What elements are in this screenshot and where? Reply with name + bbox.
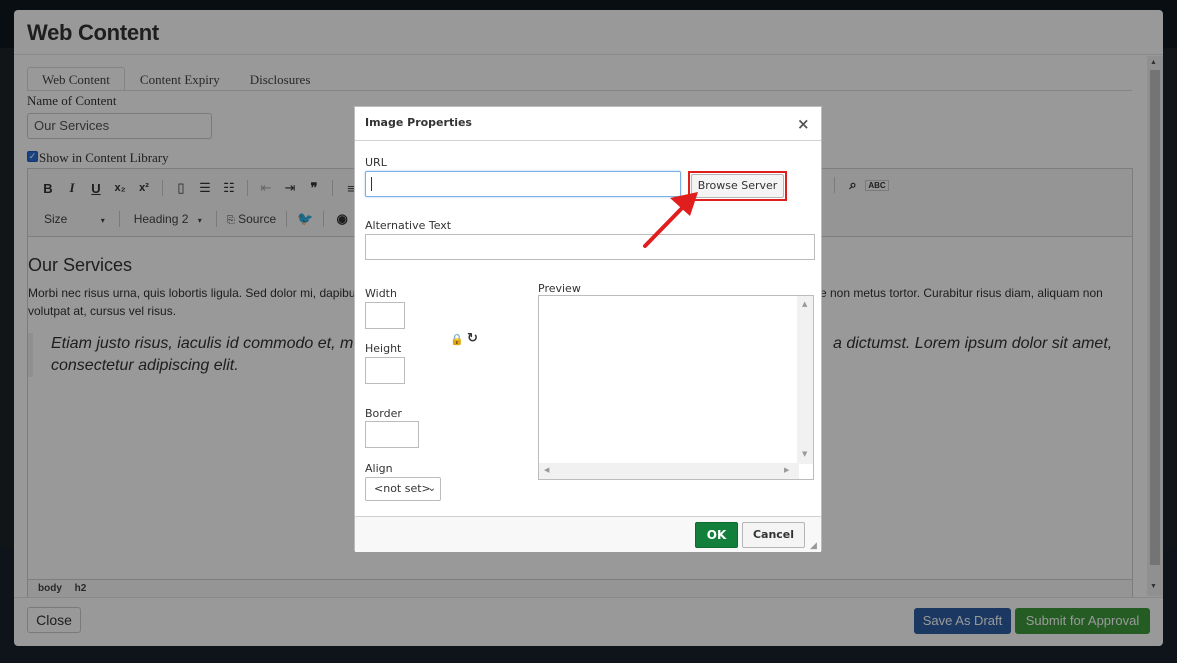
preview-label: Preview (538, 282, 581, 295)
text-caret (371, 177, 372, 191)
scroll-right-icon[interactable]: ▶ (784, 466, 789, 474)
scroll-up-icon[interactable]: ▲ (802, 300, 807, 308)
url-input[interactable] (365, 171, 681, 197)
resize-grip-icon[interactable]: ◢ (810, 541, 817, 551)
border-input[interactable] (365, 421, 419, 448)
dialog-footer: OK Cancel ◢ (355, 516, 821, 552)
dialog-title-divider (355, 140, 821, 141)
scroll-left-icon[interactable]: ◀ (544, 466, 549, 474)
align-select[interactable]: <not set> ⌄ (365, 477, 441, 501)
highlight-box (688, 171, 787, 201)
preview-vscrollbar[interactable]: ▲ ▼ (797, 296, 813, 464)
height-label: Height (365, 342, 402, 355)
alt-text-label: Alternative Text (365, 219, 452, 232)
align-label: Align (365, 462, 393, 475)
width-input[interactable] (365, 302, 405, 329)
width-label: Width (365, 287, 397, 300)
lock-icon[interactable]: 🔒 (450, 333, 464, 346)
preview-pane: ▲ ▼ ◀ ▶ (538, 295, 814, 480)
alt-text-input[interactable] (365, 234, 815, 260)
scroll-down-icon[interactable]: ▼ (802, 450, 807, 458)
ok-button[interactable]: OK (695, 522, 738, 548)
border-label: Border (365, 407, 402, 420)
align-value: <not set> (374, 482, 431, 495)
cancel-button[interactable]: Cancel (742, 522, 805, 548)
preview-hscrollbar[interactable]: ◀ ▶ (539, 463, 799, 479)
chevron-down-icon: ⌄ (427, 483, 436, 494)
url-label: URL (365, 156, 387, 169)
height-input[interactable] (365, 357, 405, 384)
reset-size-icon[interactable]: ↻ (467, 331, 478, 346)
dialog-title: Image Properties (365, 116, 472, 129)
close-icon[interactable]: × (797, 115, 810, 133)
image-properties-dialog: Image Properties × URL Browse Server Alt… (354, 106, 822, 552)
